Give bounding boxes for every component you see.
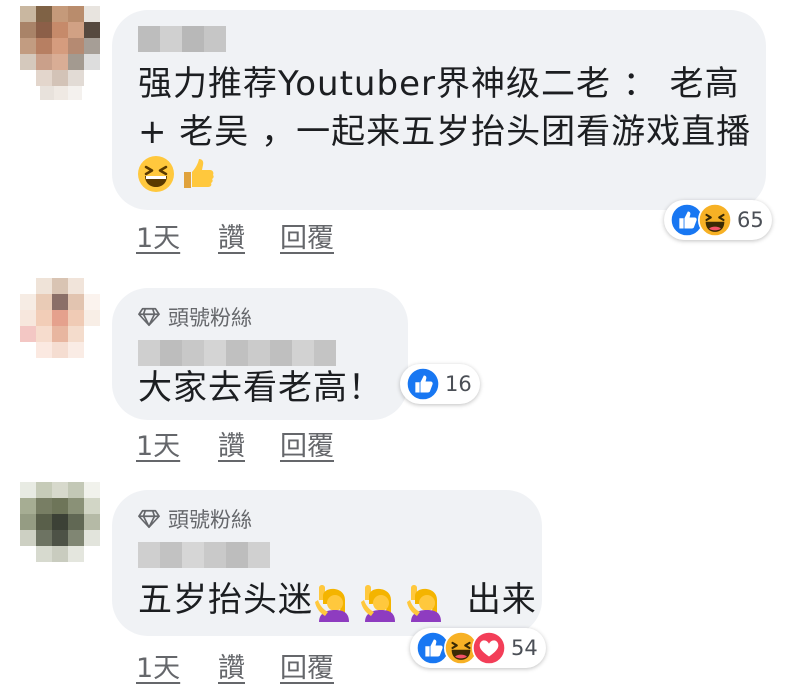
like-reaction-icon <box>406 367 440 401</box>
person-raising-hand-icon <box>359 582 399 622</box>
top-fan-badge: 頭號粉絲 <box>138 504 252 534</box>
comment-bubble[interactable]: 强力推荐Youtuber界神级二老 ： 老高 + 老吴 ，一起来五岁抬头团看游戏… <box>112 10 766 210</box>
comment-text-after: 出来 <box>466 580 537 620</box>
comment-bubble[interactable]: 頭號粉絲 大家去看老高！ <box>112 288 408 420</box>
timestamp-link[interactable]: 1天 <box>136 424 218 463</box>
reply-button[interactable]: 回覆 <box>280 216 334 255</box>
reaction-summary[interactable]: 16 <box>400 364 480 404</box>
reaction-count: 65 <box>737 208 764 232</box>
reaction-summary[interactable]: 65 <box>664 200 772 240</box>
avatar[interactable] <box>20 6 100 86</box>
diamond-icon <box>138 508 160 530</box>
haha-reaction-icon <box>698 203 732 237</box>
person-raising-hand-icon <box>313 582 353 622</box>
comment-text-before: 五岁抬头迷 <box>138 580 313 620</box>
like-button[interactable]: 讚 <box>218 424 280 463</box>
comment-bubble[interactable]: 頭號粉絲 五岁抬头迷 出来 <box>112 490 542 636</box>
comment-3: 頭號粉絲 五岁抬头迷 出来 54 1天 讚 回覆 <box>0 474 800 690</box>
reply-button[interactable]: 回覆 <box>280 646 334 685</box>
comment-actions: 1天 讚 回覆 <box>136 424 334 463</box>
reaction-count: 54 <box>511 636 538 660</box>
comment-text: 强力推荐Youtuber界神级二老 ： 老高 + 老吴 ，一起来五岁抬头团看游戏… <box>138 60 751 156</box>
comment-text: 大家去看老高！ <box>138 368 383 408</box>
comment-1: 强力推荐Youtuber界神级二老 ： 老高 + 老吴 ，一起来五岁抬头团看游戏… <box>0 0 800 260</box>
like-button[interactable]: 讚 <box>218 646 280 685</box>
comment-text-line1: 强力推荐Youtuber界神级二老 ： 老高 <box>138 64 740 104</box>
reaction-summary[interactable]: 54 <box>410 628 546 668</box>
comment-2: 頭號粉絲 大家去看老高！ 16 1天 讚 回覆 <box>0 270 800 470</box>
top-fan-label: 頭號粉絲 <box>168 306 252 330</box>
person-raising-hand-icon <box>405 582 445 622</box>
author-name-blurred[interactable] <box>138 26 226 52</box>
reaction-count: 16 <box>445 372 472 396</box>
avatar[interactable] <box>20 278 100 358</box>
comment-text: 五岁抬头迷 出来 <box>138 576 537 624</box>
comment-emoji-row <box>136 154 218 194</box>
timestamp-link[interactable]: 1天 <box>136 216 218 255</box>
author-name-blurred[interactable] <box>138 542 270 568</box>
comment-actions: 1天 讚 回覆 <box>136 646 334 685</box>
timestamp-link[interactable]: 1天 <box>136 646 218 685</box>
love-reaction-icon <box>472 631 506 665</box>
thumbs-up-icon <box>178 154 218 194</box>
top-fan-badge: 頭號粉絲 <box>138 302 252 332</box>
comment-text-line2: + 老吴 ，一起来五岁抬头团看游戏直播 <box>138 112 752 152</box>
reply-button[interactable]: 回覆 <box>280 424 334 463</box>
grinning-squinting-face-icon <box>136 154 176 194</box>
top-fan-label: 頭號粉絲 <box>168 508 252 532</box>
like-button[interactable]: 讚 <box>218 216 280 255</box>
avatar[interactable] <box>20 482 100 562</box>
comment-actions: 1天 讚 回覆 <box>136 216 334 255</box>
diamond-icon <box>138 306 160 328</box>
author-name-blurred[interactable] <box>138 340 336 366</box>
avatar-tail <box>40 86 82 100</box>
